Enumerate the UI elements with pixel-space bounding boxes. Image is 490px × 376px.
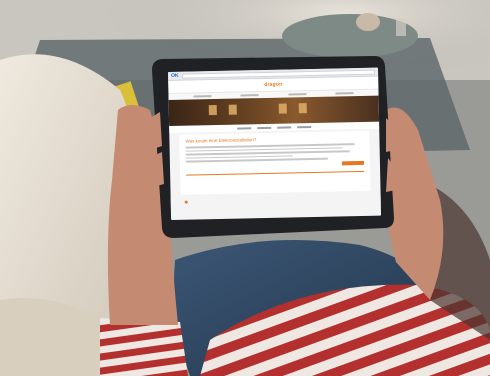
tablet-screen: OK dragon Was kostet eine Elektroinstall…	[168, 67, 382, 220]
text-line	[185, 157, 329, 163]
tab[interactable]	[257, 126, 272, 129]
tab[interactable]	[237, 126, 252, 130]
site-logo[interactable]: dragon	[264, 82, 282, 88]
left-sleeve	[100, 318, 188, 376]
hero-window	[298, 103, 307, 114]
nav-item[interactable]	[240, 94, 259, 97]
hero-window	[208, 104, 217, 116]
footer-link-icon[interactable]	[184, 200, 188, 204]
browser-logo: OK	[171, 72, 179, 79]
nav-item[interactable]	[335, 92, 354, 95]
divider	[186, 170, 365, 176]
nav-item[interactable]	[193, 95, 212, 98]
content-card: Was kostet eine Elektroinstallation?	[179, 130, 371, 195]
photo: OK dragon Was kostet eine Elektroinstall…	[0, 0, 490, 376]
nav-item[interactable]	[288, 93, 307, 96]
tab[interactable]	[277, 125, 292, 129]
hero-window	[228, 104, 237, 115]
page-footer	[170, 192, 381, 209]
content-title: Was kostet eine Elektroinstallation?	[185, 137, 257, 144]
hero-window	[278, 103, 287, 114]
tab[interactable]	[297, 125, 312, 128]
hero-banner	[168, 95, 380, 126]
cup	[356, 13, 380, 31]
cta-button[interactable]	[341, 160, 364, 166]
